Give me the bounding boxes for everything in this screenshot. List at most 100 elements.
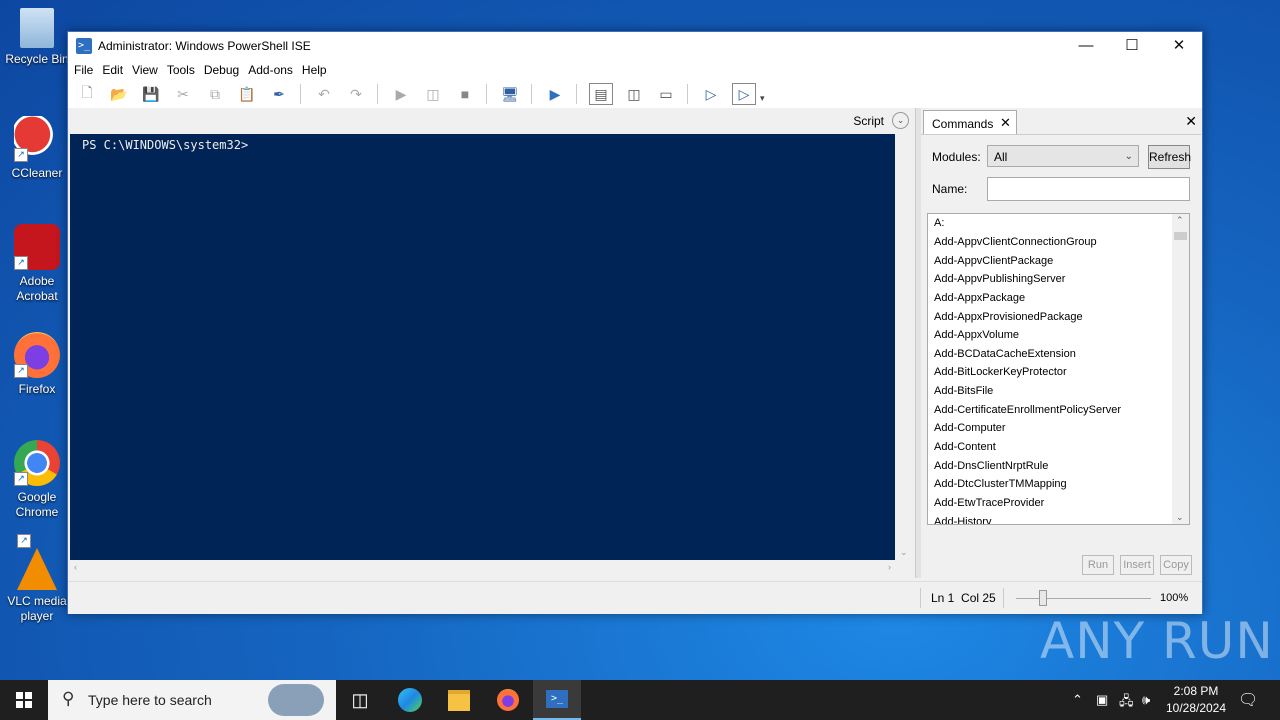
task-view-icon[interactable]: ◫: [336, 680, 384, 720]
scroll-up-icon[interactable]: ⌃: [1176, 215, 1184, 226]
toolbar-separator: [377, 84, 378, 104]
save-icon[interactable]: 💾: [140, 83, 162, 105]
list-item[interactable]: Add-AppxProvisionedPackage: [934, 311, 1083, 323]
menu-file[interactable]: File: [72, 63, 100, 77]
desktop-icon-ccleaner[interactable]: ↗ CCleaner: [0, 116, 74, 181]
clear-icon[interactable]: ✒: [268, 83, 290, 105]
list-item[interactable]: A:: [934, 217, 944, 229]
menu-tools[interactable]: Tools: [165, 63, 202, 77]
console-prompt: PS C:\WINDOWS\system32>: [82, 138, 249, 152]
remote-icon[interactable]: 🖥: [499, 83, 521, 105]
list-item[interactable]: Add-Computer: [934, 422, 1006, 434]
commands-list-scrollbar[interactable]: ⌃ ⌄: [1172, 214, 1189, 524]
desktop-icon-label: Google Chrome: [15, 490, 59, 519]
desktop-icon-recycle-bin[interactable]: Recycle Bin: [0, 8, 74, 67]
close-pane-icon[interactable]: ✕: [1185, 113, 1197, 130]
chevron-up-icon[interactable]: ⌃: [1072, 692, 1083, 708]
run-selection-icon[interactable]: ◫: [422, 83, 444, 105]
volume-icon[interactable]: 🕪: [1142, 692, 1150, 708]
clock[interactable]: 2:08 PM 10/28/2024: [1164, 683, 1228, 717]
minimize-button[interactable]: —: [1063, 32, 1109, 60]
start-button[interactable]: [0, 680, 48, 720]
run-button[interactable]: Run: [1082, 555, 1114, 575]
menu-add-ons[interactable]: Add-ons: [246, 63, 300, 77]
chevron-down-icon[interactable]: ⌄: [892, 112, 909, 129]
layout-top-icon[interactable]: ▤: [589, 83, 613, 105]
menu-view[interactable]: View: [130, 63, 165, 77]
list-item[interactable]: Add-BitsFile: [934, 385, 993, 397]
tab-commands[interactable]: Commands ✕: [923, 110, 1017, 135]
list-item[interactable]: Add-DnsClientNrptRule: [934, 460, 1048, 472]
network-adapter-icon[interactable]: ▣: [1096, 692, 1108, 708]
paste-icon[interactable]: 📋: [236, 83, 258, 105]
list-item[interactable]: Add-BitLockerKeyProtector: [934, 366, 1067, 378]
network-icon[interactable]: 🖧: [1119, 692, 1134, 714]
menu-debug[interactable]: Debug: [202, 63, 246, 77]
layout-max-icon[interactable]: ▭: [655, 83, 677, 105]
desktop-icon-vlc[interactable]: ↗ VLC media player: [0, 534, 74, 624]
open-icon[interactable]: 📂: [108, 83, 130, 105]
desktop-icon-google-chrome[interactable]: ↗ Google Chrome: [0, 440, 74, 520]
copy-button[interactable]: Copy: [1160, 555, 1192, 575]
commands-list[interactable]: A: Add-AppvClientConnectionGroup Add-App…: [927, 213, 1190, 525]
console-horizontal-scrollbar[interactable]: ‹ ›: [70, 560, 895, 576]
console-pane[interactable]: PS C:\WINDOWS\system32>: [70, 134, 895, 560]
zoom-slider-thumb[interactable]: [1039, 590, 1047, 606]
list-item[interactable]: Add-AppxPackage: [934, 292, 1025, 304]
scroll-left-icon[interactable]: ‹: [74, 562, 77, 572]
list-item[interactable]: Add-AppxVolume: [934, 329, 1019, 341]
powershell-icon[interactable]: ▶: [544, 83, 566, 105]
close-button[interactable]: ✕: [1156, 32, 1202, 60]
maximize-button[interactable]: ☐: [1109, 32, 1155, 60]
desktop-icon-label: CCleaner: [11, 166, 63, 180]
zoom-slider-track[interactable]: [1016, 598, 1151, 599]
list-item[interactable]: Add-Content: [934, 441, 996, 453]
file-explorer-icon[interactable]: [435, 680, 483, 720]
insert-button[interactable]: Insert: [1120, 555, 1154, 575]
menu-help[interactable]: Help: [300, 63, 334, 77]
window-title: Administrator: Windows PowerShell ISE: [98, 39, 311, 53]
new-icon[interactable]: 🗋: [76, 83, 98, 105]
show-script-icon[interactable]: ▷: [700, 83, 722, 105]
list-item[interactable]: Add-AppvClientConnectionGroup: [934, 236, 1097, 248]
menu-edit[interactable]: Edit: [100, 63, 130, 77]
search-box[interactable]: ⚲ Type here to search: [48, 680, 336, 720]
scroll-down-icon[interactable]: ⌄: [1176, 512, 1184, 523]
show-commands-icon[interactable]: ▷: [732, 83, 756, 105]
list-item[interactable]: Add-DtcClusterTMMapping: [934, 478, 1067, 490]
desktop-icon-label: Firefox: [18, 382, 56, 396]
desktop-icon-firefox[interactable]: ↗ Firefox: [0, 332, 74, 397]
list-item[interactable]: Add-AppvPublishingServer: [934, 273, 1065, 285]
modules-select[interactable]: All ⌄: [987, 145, 1139, 167]
list-item[interactable]: Add-EtwTraceProvider: [934, 497, 1044, 509]
ccleaner-icon: ↗: [14, 116, 60, 162]
undo-icon[interactable]: ↶: [313, 83, 335, 105]
redo-icon[interactable]: ↷: [345, 83, 367, 105]
search-icon: ⚲: [62, 689, 75, 708]
search-highlight-image: [268, 684, 324, 716]
refresh-button[interactable]: Refresh: [1148, 145, 1191, 169]
scroll-down-icon[interactable]: ⌄: [900, 547, 908, 558]
toolbar-overflow-icon[interactable]: ▾: [760, 93, 765, 104]
powershell-ise-taskbar-icon[interactable]: >_: [533, 680, 581, 720]
list-item[interactable]: Add-BCDataCacheExtension: [934, 348, 1076, 360]
firefox-icon[interactable]: [484, 680, 532, 720]
script-label[interactable]: Script: [853, 114, 884, 128]
stop-icon[interactable]: ■: [454, 83, 476, 105]
edge-icon[interactable]: [386, 680, 434, 720]
list-item[interactable]: Add-AppvClientPackage: [934, 255, 1053, 267]
console-vertical-scrollbar[interactable]: ⌄: [895, 134, 913, 560]
title-bar[interactable]: >_ Administrator: Windows PowerShell ISE…: [68, 32, 1202, 60]
close-icon[interactable]: ✕: [1000, 115, 1011, 131]
run-icon[interactable]: ▶: [390, 83, 412, 105]
copy-icon[interactable]: ⧉: [204, 83, 226, 105]
desktop-icon-adobe-acrobat[interactable]: ↗ Adobe Acrobat: [0, 224, 74, 304]
list-item[interactable]: Add-History: [934, 516, 991, 524]
scroll-thumb[interactable]: [1174, 232, 1187, 240]
list-item[interactable]: Add-CertificateEnrollmentPolicyServer: [934, 404, 1121, 416]
layout-right-icon[interactable]: ◫: [623, 83, 645, 105]
cut-icon[interactable]: ✂: [172, 83, 194, 105]
name-input[interactable]: [987, 177, 1190, 201]
notifications-icon[interactable]: 🗨: [1238, 690, 1258, 710]
scroll-right-icon[interactable]: ›: [888, 562, 891, 572]
